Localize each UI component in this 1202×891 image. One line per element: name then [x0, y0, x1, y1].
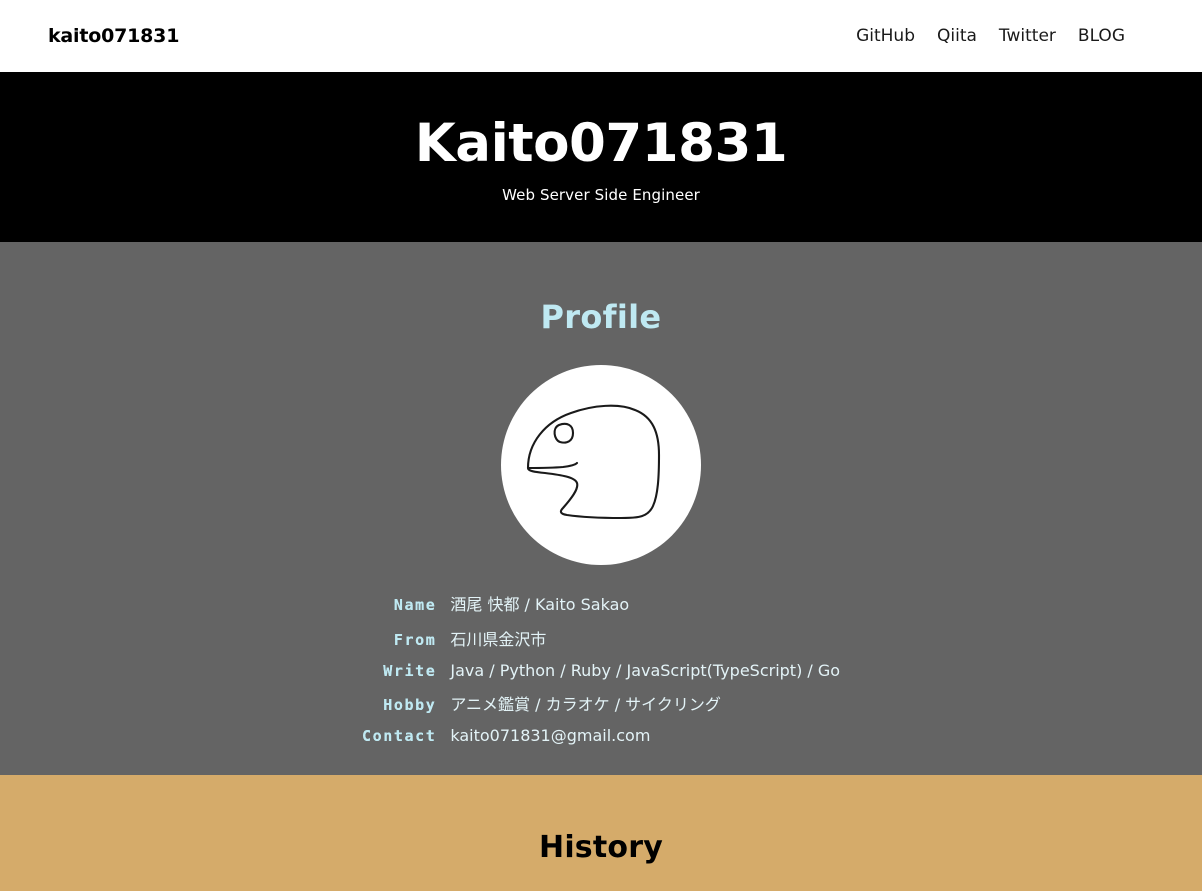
profile-value-write: Java / Python / Ruby / JavaScript(TypeSc… [450, 661, 841, 680]
profile-label-contact: Contact [361, 727, 437, 745]
profile-row-name: Name 酒尾 快都 / Kaito Sakao [362, 591, 840, 626]
profile-row-from: From 石川県金沢市 [362, 626, 840, 661]
navbar-links: GitHub Qiita Twitter BLOG [845, 27, 1136, 45]
profile-row-contact: Contact kaito071831@gmail.com [362, 726, 840, 756]
avatar [501, 365, 701, 565]
profile-value-contact[interactable]: kaito071831@gmail.com [450, 726, 840, 756]
profile-section: Profile Name 酒尾 快都 / Kaito Sakao From 石川… [0, 242, 1202, 775]
history-section: History [0, 775, 1202, 891]
profile-value-name: 酒尾 快都 / Kaito Sakao [450, 595, 630, 614]
navbar-brand[interactable]: kaito071831 [48, 25, 179, 47]
hero-banner: Kaito071831 Web Server Side Engineer [0, 72, 1202, 242]
top-navbar: kaito071831 GitHub Qiita Twitter BLOG [0, 0, 1202, 72]
profile-label-hobby: Hobby [383, 696, 437, 714]
profile-section-title: Profile [540, 298, 662, 336]
profile-value-from: 石川県金沢市 [450, 630, 547, 649]
profile-label-from: From [393, 631, 437, 649]
nav-link-github[interactable]: GitHub [845, 27, 926, 45]
nav-link-blog[interactable]: BLOG [1067, 27, 1136, 45]
hero-title: Kaito071831 [414, 113, 788, 175]
hand-drawn-blob-avatar-icon [526, 404, 661, 520]
history-section-title: History [539, 830, 663, 865]
hero-subtitle: Web Server Side Engineer [502, 185, 700, 204]
profile-row-hobby: Hobby アニメ鑑賞 / カラオケ / サイクリング [362, 691, 840, 726]
nav-link-qiita[interactable]: Qiita [926, 27, 988, 45]
profile-label-name: Name [393, 596, 437, 614]
profile-row-write: Write Java / Python / Ruby / JavaScript(… [362, 661, 840, 691]
nav-link-twitter[interactable]: Twitter [988, 27, 1067, 45]
profile-value-hobby: アニメ鑑賞 / カラオケ / サイクリング [450, 695, 721, 714]
profile-label-write: Write [383, 662, 437, 680]
profile-details-table: Name 酒尾 快都 / Kaito Sakao From 石川県金沢市 Wri… [362, 591, 840, 756]
